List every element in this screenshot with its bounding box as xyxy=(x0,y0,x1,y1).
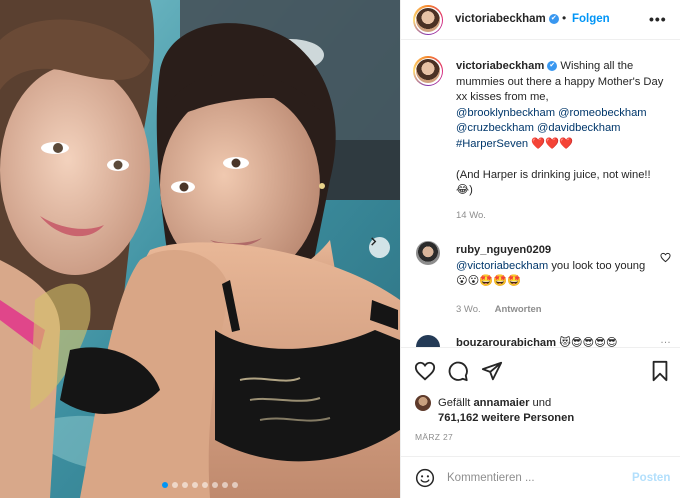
reply-button[interactable]: Antworten xyxy=(495,304,542,315)
author-avatar[interactable] xyxy=(413,5,443,35)
comment-age: 3 Wo. xyxy=(456,304,481,315)
header-separator: • xyxy=(562,11,567,25)
post-caption: victoriabeckham ✔ Wishing all the mummies… xyxy=(456,59,666,199)
carousel-dot xyxy=(192,482,198,488)
comment-item: bouzarourabicham 😻😎😎😎😎 xyxy=(456,336,656,347)
commenter-avatar[interactable] xyxy=(416,335,440,347)
mention-link[interactable]: @cruzbeckham xyxy=(456,122,534,134)
post-comment-button[interactable]: Posten xyxy=(632,472,670,484)
caption-age: 14 Wo. xyxy=(456,210,486,221)
post-side-panel: victoriabeckham ✔ • Folgen ••• victoriabe… xyxy=(400,0,680,498)
liker-avatar[interactable] xyxy=(415,395,431,411)
comment-icon[interactable] xyxy=(447,360,469,382)
comment-meta: 3 Wo. Antworten xyxy=(456,304,542,315)
comment-item: ruby_nguyen0209 @victoriabeckham you loo… xyxy=(456,243,656,290)
likes-count[interactable]: 761,162 weitere Personen xyxy=(438,412,574,424)
carousel-dot xyxy=(232,482,238,488)
share-icon[interactable] xyxy=(481,360,503,382)
emoji-icon[interactable] xyxy=(415,468,435,488)
carousel-dots xyxy=(0,482,400,488)
more-icon[interactable]: … xyxy=(660,334,671,346)
caption-avatar[interactable] xyxy=(413,56,443,86)
likes-prefix: Gefällt xyxy=(438,397,471,409)
post-photo[interactable] xyxy=(0,0,400,498)
heart-icon[interactable] xyxy=(414,360,436,382)
mention-link[interactable]: @brooklynbeckham xyxy=(456,107,555,119)
bookmark-icon[interactable] xyxy=(649,360,671,382)
mention-link[interactable]: @romeobeckham xyxy=(558,107,646,119)
chevron-right-icon xyxy=(371,237,377,246)
action-bar: Gefällt annamaier und 761,162 weitere Pe… xyxy=(401,347,680,448)
verified-icon: ✔ xyxy=(547,61,558,72)
carousel-dot xyxy=(182,482,188,488)
mention-link[interactable]: @davidbeckham xyxy=(537,122,621,134)
carousel-dot xyxy=(212,482,218,488)
comment-input[interactable] xyxy=(447,467,617,489)
next-slide-button[interactable] xyxy=(369,237,390,258)
comment-text: 😻😎😎😎😎 xyxy=(559,337,618,347)
comment-username[interactable]: bouzarourabicham xyxy=(456,337,556,347)
liker-username[interactable]: annamaier xyxy=(473,397,529,409)
carousel-dot xyxy=(222,482,228,488)
caption-username[interactable]: victoriabeckham xyxy=(456,60,544,72)
post-date[interactable]: MÄRZ 27 xyxy=(415,432,453,442)
comments-list[interactable]: victoriabeckham ✔ Wishing all the mummies… xyxy=(401,41,680,347)
comment-composer: Posten xyxy=(401,456,680,498)
mention-link[interactable]: @victoriabeckham xyxy=(456,260,548,272)
author-username[interactable]: victoriabeckham ✔ xyxy=(455,13,559,25)
likes-connector: und xyxy=(532,397,552,409)
post-header: victoriabeckham ✔ • Folgen ••• xyxy=(401,0,680,40)
commenter-avatar[interactable] xyxy=(416,241,440,265)
more-icon[interactable]: ••• xyxy=(649,11,667,27)
heart-emojis: ❤️❤️❤️ xyxy=(531,137,574,150)
carousel-dot xyxy=(202,482,208,488)
heart-icon[interactable] xyxy=(660,252,671,263)
carousel-dot xyxy=(162,482,168,488)
verified-icon: ✔ xyxy=(548,13,559,24)
carousel-dot xyxy=(172,482,178,488)
comment-username[interactable]: ruby_nguyen0209 xyxy=(456,244,551,256)
hashtag-link[interactable]: #HarperSeven xyxy=(456,138,528,150)
selfie-photo xyxy=(0,0,400,498)
caption-note: (And Harper is drinking juice, not wine!… xyxy=(456,168,651,197)
follow-button[interactable]: Folgen xyxy=(572,13,610,25)
